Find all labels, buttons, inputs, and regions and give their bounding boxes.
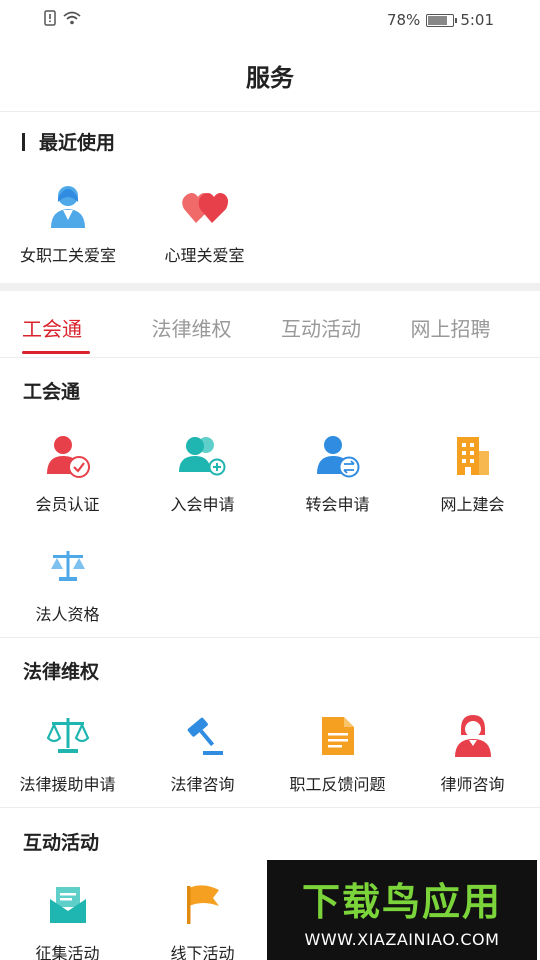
section-divider: [0, 807, 540, 808]
member-verify-icon: [43, 431, 93, 481]
section-title: 法律维权: [23, 661, 100, 683]
item-build-union[interactable]: 网上建会: [405, 431, 540, 515]
battery-icon: [426, 13, 458, 27]
item-lawyer-consult[interactable]: 律师咨询: [405, 711, 540, 795]
item-member-verify[interactable]: 会员认证: [0, 431, 135, 515]
item-label: 法律援助申请: [19, 775, 116, 794]
item-label: 职工反馈问题: [289, 775, 386, 794]
heading-bar: [22, 132, 25, 151]
item-join-union[interactable]: 入会申请: [135, 431, 270, 515]
battery-percent: 78%: [386, 11, 421, 29]
tab-label: 工会通: [22, 316, 82, 341]
join-union-icon: [178, 431, 228, 481]
recent-item-label: 女职工关爱室: [19, 246, 116, 265]
item-label: 征集活动: [35, 944, 100, 960]
status-right: 78% 5:01: [387, 11, 494, 29]
watermark-overlay: 下载鸟应用 WWW.XIAZAINIAO.COM: [267, 860, 537, 960]
lawyer-icon: [448, 711, 498, 761]
category-tabs: 工会通 法律维权 互动活动 网上招聘: [0, 296, 540, 358]
item-collect-activity[interactable]: 征集活动: [0, 880, 135, 960]
section-divider: [0, 637, 540, 638]
wifi-icon: [62, 10, 82, 30]
tab-union[interactable]: 工会通: [22, 296, 152, 358]
recent-title: 最近使用: [39, 132, 116, 154]
item-offline-activity[interactable]: 线下活动: [135, 880, 270, 960]
item-legal-consult[interactable]: 法律咨询: [135, 711, 270, 795]
union-row-2: 法人资格: [0, 541, 540, 625]
recent-grid: 女职工关爱室 心理关爱室: [0, 182, 300, 266]
section-title: 工会通: [23, 381, 81, 403]
tab-label: 网上招聘: [410, 316, 491, 341]
item-label: 法人资格: [35, 605, 100, 624]
scales-icon: [43, 541, 93, 591]
item-feedback[interactable]: 职工反馈问题: [270, 711, 405, 795]
tab-label: 互动活动: [281, 316, 361, 341]
document-icon: [313, 711, 363, 761]
section-title: 互动活动: [23, 832, 100, 854]
legal-aid-icon: [43, 711, 93, 761]
page-title: 服务: [246, 64, 294, 92]
recent-item-label: 心理关爱室: [164, 246, 245, 265]
item-label: 入会申请: [170, 495, 235, 514]
status-bar: 78% 5:01: [0, 0, 540, 40]
building-icon: [448, 431, 498, 481]
recent-heading: 最近使用: [22, 128, 115, 155]
hearts-icon: [180, 182, 230, 232]
item-label: 律师咨询: [440, 775, 505, 794]
item-label: 会员认证: [35, 495, 100, 514]
envelope-icon: [43, 880, 93, 930]
transfer-icon: [313, 431, 363, 481]
legal-row-1: 法律援助申请 法律咨询 职工反馈问题 律师咨询: [0, 711, 540, 795]
tab-legal[interactable]: 法律维权: [152, 296, 282, 358]
watermark-url: WWW.XIAZAINIAO.COM: [304, 930, 500, 949]
section-separator: [0, 283, 540, 291]
recent-item-female-worker[interactable]: 女职工关爱室: [0, 182, 136, 266]
tab-recruitment[interactable]: 网上招聘: [411, 296, 540, 358]
recent-item-psychology[interactable]: 心理关爱室: [136, 182, 273, 266]
flag-icon: [178, 880, 228, 930]
item-label: 线下活动: [170, 944, 235, 960]
item-label: 转会申请: [305, 495, 370, 514]
item-transfer[interactable]: 转会申请: [270, 431, 405, 515]
female-worker-icon: [43, 182, 93, 232]
watermark-title: 下载鸟应用: [301, 880, 502, 924]
item-label: 法律咨询: [170, 775, 235, 794]
status-left: [44, 10, 82, 30]
gavel-icon: [178, 711, 228, 761]
header: 服务: [0, 40, 540, 112]
alert-icon: [44, 10, 56, 30]
clock: 5:01: [460, 11, 494, 29]
item-legal-aid[interactable]: 法律援助申请: [0, 711, 135, 795]
tab-active-indicator: [22, 351, 90, 354]
tab-activities[interactable]: 互动活动: [281, 296, 411, 358]
union-row-1: 会员认证 入会申请 转会申请 网上建会: [0, 431, 540, 515]
item-legal-person[interactable]: 法人资格: [0, 541, 135, 625]
item-label: 网上建会: [440, 495, 505, 514]
tab-label: 法律维权: [151, 316, 232, 341]
